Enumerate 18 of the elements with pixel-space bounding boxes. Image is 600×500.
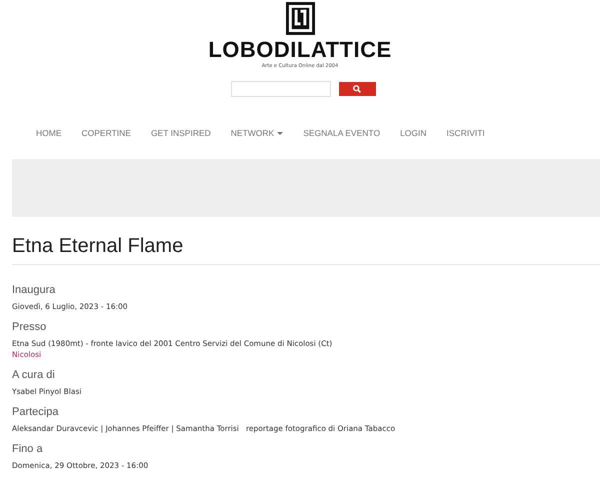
nav-link[interactable]: HOME — [26, 123, 72, 143]
search-button[interactable] — [338, 82, 376, 96]
page-title: Etna Eternal Flame — [12, 233, 600, 265]
nav-link[interactable]: LOGIN — [390, 123, 437, 143]
nav-link[interactable]: COPERTINE — [72, 123, 141, 143]
field-label: A cura di — [12, 368, 56, 382]
search-icon — [353, 85, 361, 93]
search-field[interactable] — [230, 81, 330, 97]
field-label: Presso — [12, 320, 48, 334]
caret-icon — [277, 132, 284, 134]
field-label: Fino a — [12, 442, 44, 456]
nav-link[interactable]: GET INSPIRED — [140, 123, 221, 143]
nav-link[interactable]: SEGNALA EVENTO — [293, 123, 390, 143]
nav-link[interactable]: NETWORK — [220, 123, 294, 143]
site-name[interactable]: LOBODILATTICE — [208, 38, 392, 62]
field-label: Partecipa — [12, 405, 60, 419]
nav-link[interactable]: ISCRIVITI — [436, 123, 495, 143]
field-label: Inaugura — [12, 283, 56, 297]
